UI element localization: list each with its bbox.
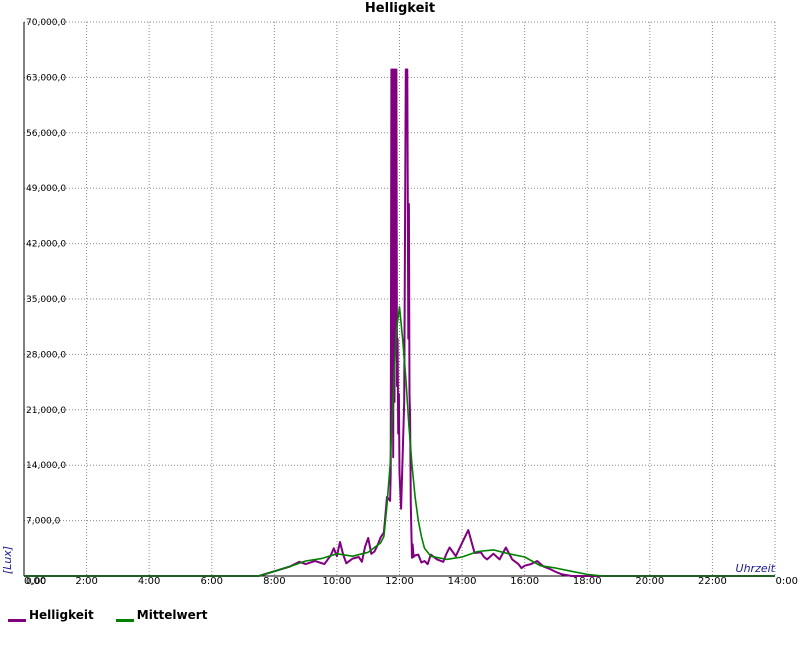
x-tick-label: 20:00 — [635, 576, 664, 587]
y-axis-label: [Lux] — [1, 546, 14, 574]
x-tick-label: 6:00 — [201, 576, 223, 587]
x-tick-label: 14:00 — [448, 576, 477, 587]
legend-label-mittelwert: Mittelwert — [136, 608, 208, 622]
x-tick-label: 0:00 — [776, 576, 798, 587]
legend-swatch-helligkeit — [8, 618, 26, 622]
y-tick-label: 63,000,0 — [26, 73, 66, 83]
y-tick-label: 42,000,0 — [26, 240, 66, 250]
y-tick-label: 21,000,0 — [26, 406, 66, 416]
chart-canvas: Helligkeit 0,00 7,000,0 14,000,0 21,000,0 28… — [1, 1, 798, 587]
y-tick-label: 28,000,0 — [26, 350, 66, 360]
chart-title: Helligkeit — [365, 1, 435, 16]
legend-item-mittelwert: Mittelwert — [115, 608, 208, 622]
x-tick-label: 0,00 — [24, 576, 46, 587]
y-tick-label: 7,000,0 — [26, 517, 61, 527]
x-tick-label: 16:00 — [510, 576, 539, 587]
x-tick-label: 4:00 — [138, 576, 160, 587]
y-tick-label: 56,000,0 — [26, 129, 66, 139]
x-tick-label: 12:00 — [385, 576, 414, 587]
x-tick-label: 22:00 — [698, 576, 727, 587]
y-tick-labels: 0,00 7,000,0 14,000,0 21,000,0 28,000,0 35,00… — [26, 18, 66, 587]
y-tick-label: 14,000,0 — [26, 461, 66, 471]
legend-label-helligkeit: Helligkeit — [29, 608, 94, 622]
y-tick-label: 49,000,0 — [26, 184, 66, 194]
x-tick-label: 8:00 — [263, 576, 285, 587]
legend-item-helligkeit: Helligkeit — [8, 608, 94, 622]
legend-swatch-mittelwert — [115, 618, 134, 622]
x-tick-label: 18:00 — [573, 576, 602, 587]
x-tick-labels: 0,00 2:00 4:00 6:00 8:00 10:00 12:00 14:00 16:00… — [24, 576, 798, 587]
x-tick-label: 10:00 — [323, 576, 352, 587]
y-tick-label: 70,000,0 — [26, 18, 66, 28]
legend: Helligkeit Mittelwert — [8, 608, 207, 622]
x-axis-label: Uhrzeit — [736, 562, 776, 575]
y-tick-label: 35,000,0 — [26, 295, 66, 305]
x-tick-label: 2:00 — [75, 576, 97, 587]
